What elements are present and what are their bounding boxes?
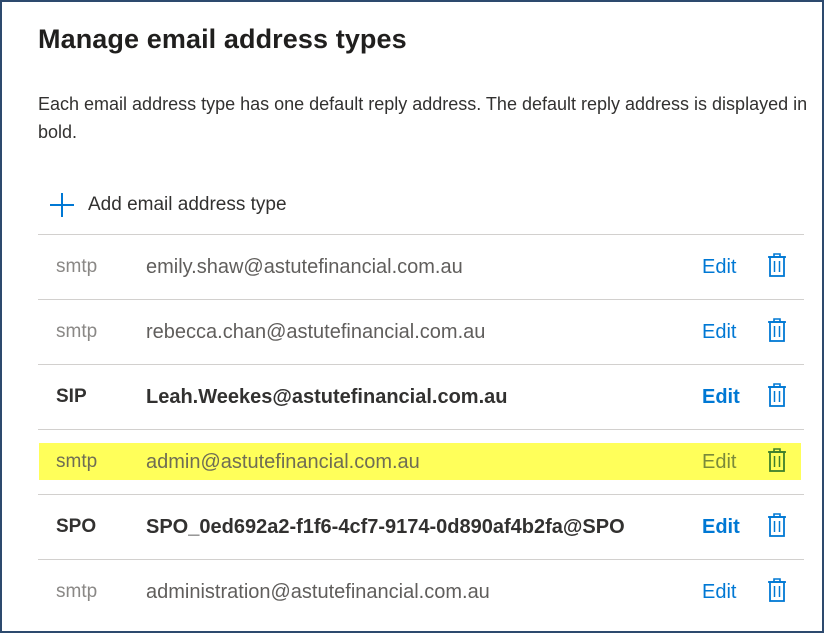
edit-link[interactable]: Edit — [702, 560, 736, 624]
email-address: admin@astutefinancial.com.au — [146, 451, 420, 473]
add-email-address-type-label: Add email address type — [88, 194, 287, 215]
address-row: smtp administration@astutefinancial.com.a… — [38, 559, 804, 624]
address-type: smtp — [56, 581, 98, 602]
address-type: smtp — [56, 256, 98, 277]
address-row: smtp rebecca.chan@astutefinancial.com.au E… — [38, 299, 804, 364]
address-type: smtp — [56, 451, 98, 472]
edit-link[interactable]: Edit — [702, 365, 740, 429]
address-row: SPO SPO_0ed692a2-f1f6-4cf7-9174-0d890af4b… — [38, 494, 804, 559]
address-row: smtp admin@astutefinancial.com.au Edit — [38, 429, 804, 494]
email-address: SPO_0ed692a2-f1f6-4cf7-9174-0d890af4b2fa… — [146, 516, 625, 538]
add-email-address-type-button[interactable]: Add email address type — [48, 187, 287, 223]
trash-icon[interactable] — [766, 576, 788, 604]
edit-link[interactable]: Edit — [702, 235, 736, 299]
page-title: Manage email address types — [38, 24, 407, 54]
address-type: smtp — [56, 321, 98, 342]
email-address: rebecca.chan@astutefinancial.com.au — [146, 321, 486, 343]
trash-icon[interactable] — [766, 381, 788, 409]
edit-link[interactable]: Edit — [702, 495, 740, 559]
address-row: smtp emily.shaw@astutefinancial.com.au Edi… — [38, 234, 804, 299]
trash-icon[interactable] — [766, 316, 788, 344]
address-type: SIP — [56, 386, 87, 407]
manage-email-types-panel: Manage email address types Each email ad… — [0, 0, 824, 633]
edit-link[interactable]: Edit — [702, 300, 736, 364]
trash-icon[interactable] — [766, 511, 788, 539]
email-address: Leah.Weekes@astutefinancial.com.au — [146, 386, 508, 408]
panel-description: Each email address type has one default … — [38, 94, 808, 142]
trash-icon[interactable] — [766, 251, 788, 279]
email-address: emily.shaw@astutefinancial.com.au — [146, 256, 463, 278]
email-address: administration@astutefinancial.com.au — [146, 581, 490, 603]
address-type: SPO — [56, 516, 97, 537]
trash-icon[interactable] — [766, 446, 788, 474]
edit-link[interactable]: Edit — [702, 430, 736, 494]
plus-icon — [48, 191, 76, 219]
email-address-list: smtp emily.shaw@astutefinancial.com.au Edi… — [38, 234, 804, 624]
address-row: SIP Leah.Weekes@astutefinancial.com.au Edi… — [38, 364, 804, 429]
